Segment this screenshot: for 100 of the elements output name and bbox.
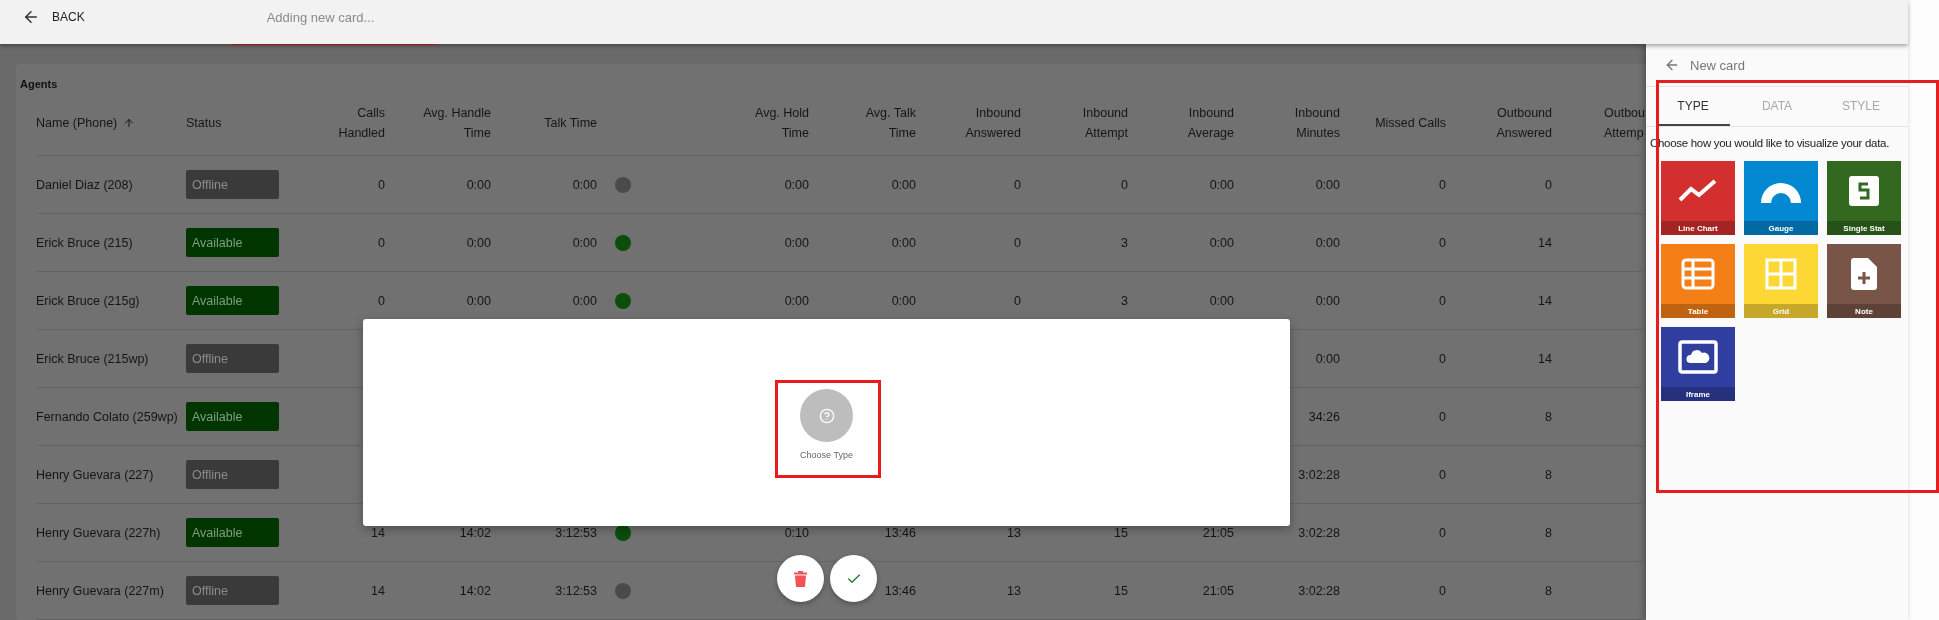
table-cell: 14 [1538, 235, 1552, 250]
table-cell: 0 [1439, 351, 1446, 366]
column-header[interactable]: Inbound Answered [965, 102, 1021, 143]
card-type-tile[interactable]: Note [1827, 244, 1901, 318]
table-cell: 3 [1121, 293, 1128, 308]
table-cell: 0 [1439, 525, 1446, 540]
table-cell: 14 [1538, 351, 1552, 366]
table-cell: 0:00 [1209, 293, 1234, 308]
line-chart-icon [1678, 179, 1718, 203]
table-cell: 0 [378, 235, 385, 250]
table-cell: 0:00 [572, 177, 597, 192]
card-type-tile[interactable]: Table [1661, 244, 1735, 318]
table-cell: 0 [1545, 177, 1552, 192]
table-cell: 8 [1545, 467, 1552, 482]
agent-name: Henry Guevara (227m) [36, 583, 164, 598]
table-cell: 0 [378, 293, 385, 308]
table-cell: 8 [1545, 409, 1552, 424]
column-header[interactable]: Inbound Attempt [1082, 102, 1128, 143]
tab[interactable]: DATA [1740, 87, 1814, 126]
column-header[interactable]: Avg. Handle Time [423, 102, 491, 143]
table-cell: 34:26 [1308, 409, 1340, 424]
status-badge: Available [186, 228, 279, 257]
column-header[interactable]: Calls Handled [338, 102, 385, 143]
column-header[interactable]: Outbou Attemp [1604, 102, 1645, 143]
delete-icon [794, 570, 807, 587]
table-cell: 0:10 [784, 525, 809, 540]
table-cell: 3:02:28 [1298, 583, 1340, 598]
table-cell: 0 [1014, 235, 1021, 250]
status-badge: Available [186, 402, 279, 431]
iframe-icon [1678, 340, 1718, 374]
table-cell: 3:12:53 [555, 583, 597, 598]
table-cell: 13:46 [884, 525, 916, 540]
grid-icon [1765, 258, 1797, 290]
column-header[interactable]: Avg. Hold Time [755, 102, 809, 143]
status-badge: Available [186, 286, 279, 315]
agent-name: Henry Guevara (227) [36, 467, 154, 482]
column-header[interactable]: Missed Calls [1375, 112, 1446, 133]
card-type-tile[interactable]: Line Chart [1661, 161, 1735, 235]
single-stat-icon [1849, 176, 1879, 206]
table-cell: 0 [1439, 409, 1446, 424]
table-cell: 8 [1545, 583, 1552, 598]
note-icon [1851, 258, 1877, 290]
table-cell: 0 [1439, 177, 1446, 192]
table-cell: 14 [1538, 293, 1552, 308]
table-cell: 14 [371, 583, 385, 598]
column-header[interactable]: Inbound Minutes [1294, 102, 1340, 143]
table-cell: 0:00 [891, 293, 916, 308]
table-cell: 3:12:53 [555, 525, 597, 540]
table-cell: 3:02:28 [1298, 467, 1340, 482]
table-cell: 0:00 [1209, 177, 1234, 192]
table-cell: 14:02 [459, 525, 491, 540]
card-type-tile[interactable]: Single Stat [1827, 161, 1901, 235]
status-badge: Offline [186, 344, 279, 373]
table-cell: 14:02 [459, 583, 491, 598]
agent-name: Erick Bruce (215wp) [36, 351, 149, 366]
table-cell: 0 [378, 177, 385, 192]
status-badge: Offline [186, 170, 279, 199]
table-cell: 0:00 [891, 177, 916, 192]
table-cell: 0:00 [466, 293, 491, 308]
agent-name: Erick Bruce (215) [36, 235, 133, 250]
table-cell: 13 [1007, 583, 1021, 598]
column-header[interactable]: Inbound Average [1187, 102, 1234, 143]
table-cell: 0 [1439, 235, 1446, 250]
table-cell: 0:00 [1315, 351, 1340, 366]
table-cell: 13:46 [884, 583, 916, 598]
panel-title: New card [1690, 57, 1745, 73]
table-cell: 0:00 [572, 293, 597, 308]
table-cell: 0:00 [1209, 235, 1234, 250]
table-cell: 15 [1114, 525, 1128, 540]
tab[interactable]: STYLE [1824, 87, 1898, 126]
back-button[interactable]: BACK [18, 3, 89, 31]
table-cell: 0 [1014, 177, 1021, 192]
column-header[interactable]: Name (Phone) [36, 115, 136, 130]
table-cell: 0 [1439, 583, 1446, 598]
agent-name: Henry Guevara (227h) [36, 525, 161, 540]
table-cell: 0:00 [1315, 235, 1340, 250]
agent-name: Fernando Colato (259wp) [36, 409, 178, 424]
table-cell: 0 [1439, 467, 1446, 482]
column-header[interactable]: Avg. Talk Time [865, 102, 916, 143]
help-icon [818, 407, 835, 424]
table-cell: 0 [1014, 293, 1021, 308]
table-cell: 21:05 [1202, 525, 1234, 540]
table-icon [1681, 258, 1715, 290]
table-cell: 15 [1114, 583, 1128, 598]
card-type-tile[interactable]: Grid [1744, 244, 1818, 318]
table-cell: 13 [1007, 525, 1021, 540]
column-header[interactable]: Talk Time [544, 112, 597, 133]
card-type-tile[interactable]: Iframe [1661, 327, 1735, 401]
status-badge: Offline [186, 576, 279, 605]
card-type-tile[interactable]: Gauge [1744, 161, 1818, 235]
back-arrow-icon[interactable] [1664, 57, 1680, 73]
column-header[interactable]: Outbound Answered [1496, 102, 1552, 143]
table-cell: 0:00 [572, 235, 597, 250]
table-cell: 0:00 [466, 235, 491, 250]
column-header[interactable]: Status [186, 112, 222, 133]
card-title-field[interactable]: Adding new card... [266, 8, 457, 27]
status-badge: Offline [186, 460, 279, 489]
status-badge: Available [186, 518, 279, 547]
tab[interactable]: TYPE [1656, 87, 1730, 126]
table-cell: 8 [1545, 525, 1552, 540]
